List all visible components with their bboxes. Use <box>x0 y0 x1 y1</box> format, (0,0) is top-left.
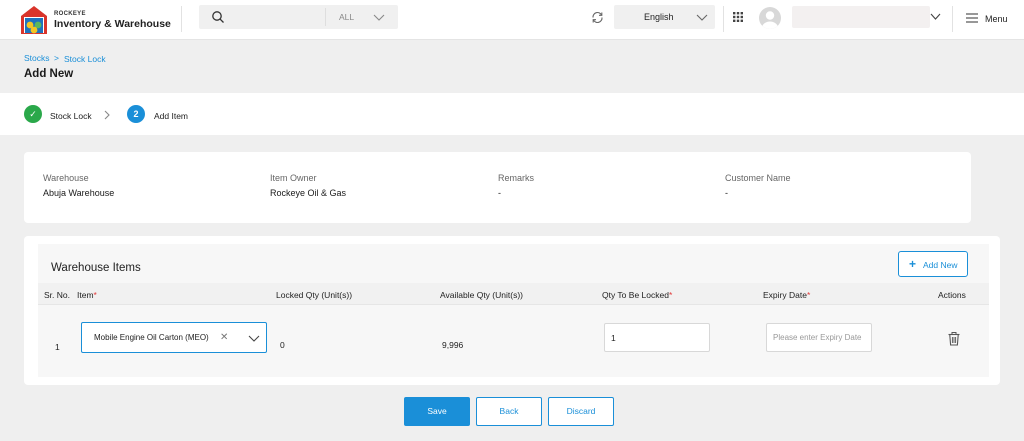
discard-button[interactable]: Discard <box>548 397 614 426</box>
rockeye-logo-icon[interactable] <box>20 5 48 35</box>
column-header-locked-qty: Locked Qty (Unit(s)) <box>276 290 353 300</box>
column-header-actions: Actions <box>938 290 966 300</box>
warehouse-items-title: Warehouse Items <box>51 262 141 274</box>
divider <box>181 6 182 32</box>
column-header-available-qty: Available Qty (Unit(s)) <box>440 290 523 300</box>
menu-button[interactable]: Menu <box>985 14 1008 24</box>
customer-name-value: - <box>725 188 728 198</box>
row-locked-qty: 0 <box>280 340 285 350</box>
apps-grid-icon[interactable] <box>733 12 743 22</box>
plus-icon: + <box>909 257 917 271</box>
stock-lock-details-card: Warehouse Abuja Warehouse Item Owner Roc… <box>24 152 971 223</box>
chevron-down-icon[interactable] <box>696 12 708 22</box>
warehouse-items-card: Warehouse Items + Add New Sr. No. Item* … <box>24 236 1000 385</box>
row-available-qty: 9,996 <box>442 340 464 350</box>
warehouse-items-table: Warehouse Items + Add New Sr. No. Item* … <box>38 244 989 377</box>
required-mark: * <box>93 290 97 300</box>
hamburger-menu-icon[interactable] <box>966 13 978 23</box>
column-header-sr-no: Sr. No. <box>44 290 70 300</box>
avatar[interactable] <box>759 7 781 29</box>
divider <box>723 6 724 32</box>
table-header-row: Sr. No. Item* Locked Qty (Unit(s)) Avail… <box>38 283 989 305</box>
brand-small-label: ROCKEYE <box>54 11 86 17</box>
language-select[interactable]: English <box>614 5 715 29</box>
add-new-label: Add New <box>923 260 958 270</box>
required-mark: * <box>668 290 673 300</box>
page-title: Add New <box>24 68 74 80</box>
search-filter-select[interactable]: ALL <box>339 12 354 22</box>
qty-to-lock-input[interactable] <box>604 323 710 352</box>
item-select-value: Mobile Engine Oil Carton (MEO) <box>94 333 209 342</box>
top-bar: ROCKEYE Inventory & Warehouse ALL Englis… <box>0 0 1024 40</box>
row-sr-no: 1 <box>55 342 60 352</box>
column-header-expiry-date: Expiry Date* <box>763 290 810 300</box>
back-button[interactable]: Back <box>476 397 542 426</box>
breadcrumb-stocks-link[interactable]: Stocks <box>24 53 50 63</box>
clear-icon[interactable]: ✕ <box>220 332 228 343</box>
step-done-icon: ✓ <box>24 105 42 123</box>
search-icon[interactable] <box>211 10 225 24</box>
warehouse-value: Abuja Warehouse <box>43 188 115 198</box>
column-header-expiry-date-text: Expiry Date <box>763 290 807 300</box>
column-header-qty-to-lock-text: Qty To Be Locked <box>602 290 669 300</box>
user-avatar-icon <box>762 11 778 29</box>
step-label-add-item: Add Item <box>154 111 189 121</box>
divider <box>952 6 953 32</box>
remarks-value: - <box>498 188 501 198</box>
save-button[interactable]: Save <box>404 397 470 426</box>
step-number-badge: 2 <box>127 105 145 123</box>
refresh-icon[interactable] <box>591 11 604 24</box>
chevron-right-icon <box>104 110 110 120</box>
customer-name-label: Customer Name <box>725 173 791 183</box>
item-select[interactable]: Mobile Engine Oil Carton (MEO) ✕ <box>81 322 267 353</box>
breadcrumb-separator: > <box>54 53 59 63</box>
app-title: Inventory & Warehouse <box>54 18 171 30</box>
search-divider <box>325 8 326 26</box>
item-owner-value: Rockeye Oil & Gas <box>270 188 347 198</box>
column-header-item: Item* <box>77 290 97 300</box>
warehouse-label: Warehouse <box>43 173 89 183</box>
chevron-down-icon[interactable] <box>930 12 941 21</box>
language-value: English <box>644 12 674 22</box>
column-header-item-text: Item <box>77 290 94 300</box>
required-mark: * <box>806 290 811 300</box>
item-owner-label: Item Owner <box>270 173 317 183</box>
chevron-down-icon[interactable] <box>248 334 260 343</box>
column-header-qty-to-lock: Qty To Be Locked* <box>602 290 672 300</box>
step-label-stock-lock[interactable]: Stock Lock <box>50 111 92 121</box>
trash-icon[interactable] <box>948 332 960 346</box>
search-bar[interactable]: ALL <box>199 5 398 29</box>
expiry-date-input[interactable] <box>766 323 872 352</box>
breadcrumb-stock-lock-link[interactable]: Stock Lock <box>64 54 106 64</box>
user-name-field[interactable] <box>792 6 930 28</box>
stepper: ✓ Stock Lock 2 Add Item <box>0 93 1024 135</box>
add-new-item-button[interactable]: + Add New <box>898 251 968 277</box>
chevron-down-icon[interactable] <box>373 12 385 22</box>
remarks-label: Remarks <box>498 173 535 183</box>
